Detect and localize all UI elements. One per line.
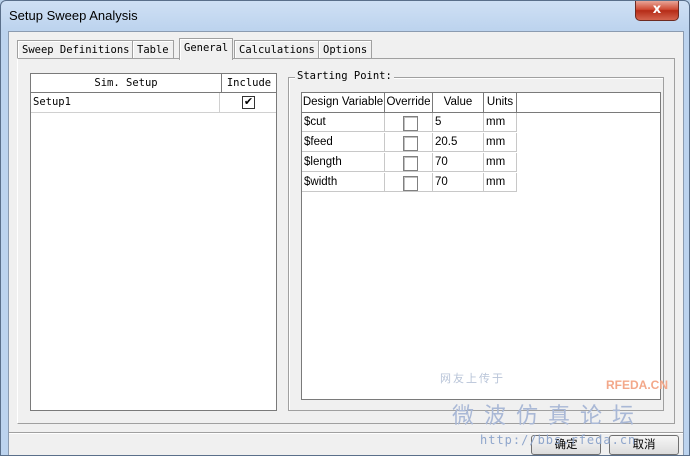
column-header-override[interactable]: Override xyxy=(385,93,433,112)
override-cell[interactable] xyxy=(385,173,433,192)
include-checkbox[interactable]: ✔ xyxy=(242,96,255,109)
column-header-include[interactable]: Include xyxy=(222,74,276,92)
override-checkbox[interactable] xyxy=(403,116,418,131)
variable-cell[interactable]: $feed xyxy=(302,133,385,152)
column-header-design-variable[interactable]: Design Variable xyxy=(302,93,385,112)
ok-button[interactable]: 确定 xyxy=(531,435,601,455)
override-checkbox[interactable] xyxy=(403,136,418,151)
units-cell[interactable]: mm xyxy=(484,113,517,132)
title-bar[interactable]: Setup Sweep Analysis x xyxy=(1,1,689,31)
value-cell[interactable]: 70 xyxy=(433,153,484,172)
tab-strip: Sweep Definitions Table General Calculat… xyxy=(17,38,677,60)
table-row[interactable]: Setup1 ✔ xyxy=(31,93,276,113)
variable-cell[interactable]: $width xyxy=(302,173,385,192)
tab-calculations[interactable]: Calculations xyxy=(234,40,320,59)
design-variable-grid[interactable]: Design Variable Override Value Units $cu… xyxy=(301,92,661,400)
override-cell[interactable] xyxy=(385,153,433,172)
starting-point-group: Starting Point: Design Variable Override… xyxy=(288,70,664,411)
units-cell[interactable]: mm xyxy=(484,173,517,192)
table-row[interactable]: $cut 5 mm xyxy=(302,113,519,133)
sim-setup-header: Sim. Setup Include xyxy=(31,74,276,93)
value-cell[interactable]: 20.5 xyxy=(433,133,484,152)
column-header-value[interactable]: Value xyxy=(433,93,484,112)
value-cell[interactable]: 5 xyxy=(433,113,484,132)
cancel-button[interactable]: 取消 xyxy=(609,435,679,455)
tab-options[interactable]: Options xyxy=(318,40,373,59)
variable-cell[interactable]: $length xyxy=(302,153,385,172)
general-tab-panel: Sim. Setup Include Setup1 ✔ Starting Poi… xyxy=(17,58,675,424)
table-row[interactable]: $width 70 mm xyxy=(302,173,519,193)
override-checkbox[interactable] xyxy=(403,176,418,191)
units-cell[interactable]: mm xyxy=(484,133,517,152)
window-title: Setup Sweep Analysis xyxy=(9,8,138,23)
check-icon: ✔ xyxy=(243,96,254,108)
tab-table[interactable]: Table xyxy=(132,40,174,59)
close-icon: x xyxy=(652,2,662,17)
bottom-separator xyxy=(9,432,683,434)
table-row[interactable]: $length 70 mm xyxy=(302,153,519,173)
value-cell[interactable]: 70 xyxy=(433,173,484,192)
units-cell[interactable]: mm xyxy=(484,153,517,172)
tab-sweep-definitions[interactable]: Sweep Definitions xyxy=(17,40,135,59)
sim-setup-name[interactable]: Setup1 xyxy=(33,93,220,112)
group-label: Starting Point: xyxy=(295,70,394,82)
tab-general[interactable]: General xyxy=(179,38,234,60)
dialog-window: Setup Sweep Analysis x Sweep Definitions… xyxy=(0,0,690,456)
table-row[interactable]: $feed 20.5 mm xyxy=(302,133,519,153)
override-cell[interactable] xyxy=(385,113,433,132)
variable-cell[interactable]: $cut xyxy=(302,113,385,132)
column-header-sim-setup[interactable]: Sim. Setup xyxy=(31,74,222,92)
grid-header: Design Variable Override Value Units xyxy=(302,93,660,113)
column-header-units[interactable]: Units xyxy=(484,93,517,112)
override-cell[interactable] xyxy=(385,133,433,152)
close-button[interactable]: x xyxy=(635,1,679,21)
override-checkbox[interactable] xyxy=(403,156,418,171)
dialog-client-area: Sweep Definitions Table General Calculat… xyxy=(8,31,684,455)
sim-setup-table[interactable]: Sim. Setup Include Setup1 ✔ xyxy=(30,73,277,411)
